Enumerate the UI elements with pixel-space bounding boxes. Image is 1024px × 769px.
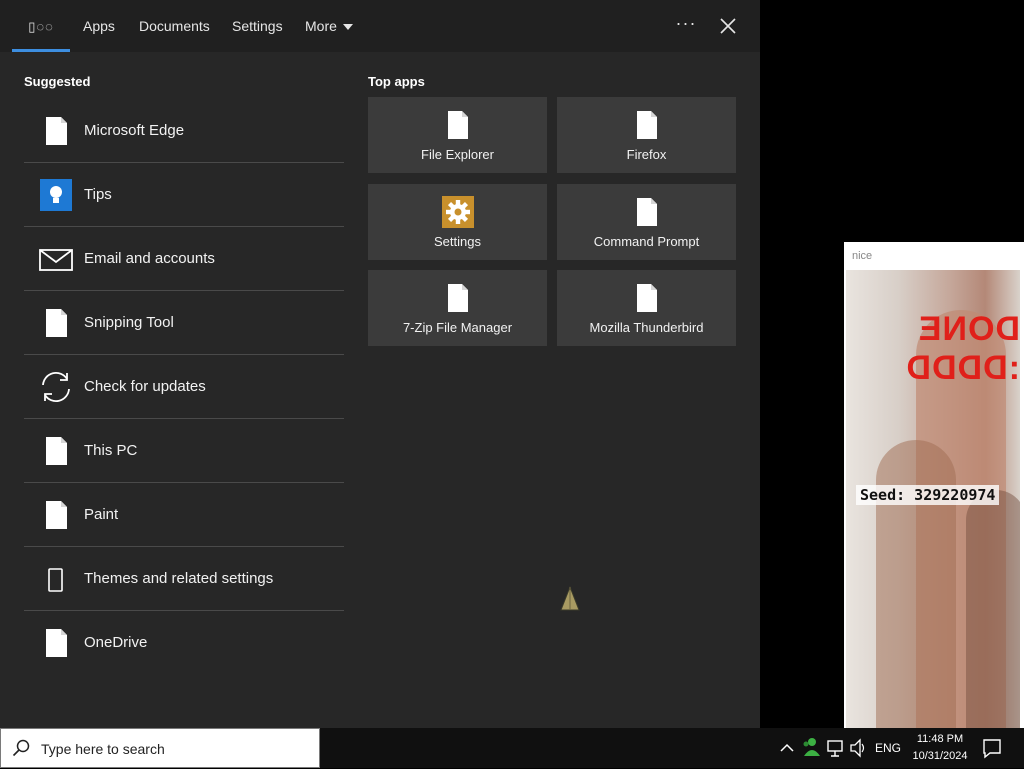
tab-more-label: More <box>305 18 337 34</box>
suggested-item-check-for-updates[interactable]: Check for updates <box>24 355 344 419</box>
tab-documents[interactable]: Documents <box>139 0 210 52</box>
suggested-item-tips[interactable]: Tips <box>24 163 344 227</box>
suggested-item-label: Snipping Tool <box>84 314 174 331</box>
close-icon[interactable] <box>714 12 742 40</box>
image-figure <box>966 490 1020 728</box>
document-icon <box>46 501 67 529</box>
suggested-item-label: Tips <box>84 186 112 203</box>
taskbar: Type here to search ENG 11:48 PM 10/31/2… <box>0 728 1024 768</box>
top-app-tile-command-prompt[interactable]: Command Prompt <box>557 184 736 260</box>
tile-label: File Explorer <box>421 147 494 162</box>
document-icon <box>448 111 468 139</box>
top-app-tile-file-explorer[interactable]: File Explorer <box>368 97 547 173</box>
suggested-heading: Suggested <box>24 74 91 89</box>
search-panel: ▯◌◌ Apps Documents Settings More ··· Sug… <box>0 0 760 728</box>
people-icon[interactable] <box>801 728 821 768</box>
top-app-tile-settings[interactable]: Settings <box>368 184 547 260</box>
top-app-tile-7-zip-file-manager[interactable]: 7-Zip File Manager <box>368 270 547 346</box>
image-headline: DONE :DDDD <box>905 310 1020 387</box>
suggested-item-label: Email and accounts <box>84 250 215 267</box>
document-icon <box>46 437 67 465</box>
suggested-item-label: Paint <box>84 506 119 523</box>
search-tab-bar: ▯◌◌ Apps Documents Settings More ··· <box>0 0 760 52</box>
top-app-tile-mozilla-thunderbird[interactable]: Mozilla Thunderbird <box>557 270 736 346</box>
search-icon <box>12 739 30 757</box>
clock-time: 11:48 PM <box>916 733 964 745</box>
tile-label: Mozilla Thunderbird <box>589 320 704 335</box>
language-indicator[interactable]: ENG <box>872 728 904 768</box>
tab-apps[interactable]: Apps <box>83 0 115 52</box>
suggested-item-this-pc[interactable]: This PC <box>24 419 344 483</box>
tab-more[interactable]: More <box>305 0 353 52</box>
suggested-item-snipping-tool[interactable]: Snipping Tool <box>24 291 344 355</box>
active-tab-indicator <box>12 49 70 52</box>
tile-label: Command Prompt <box>593 234 700 249</box>
document-icon <box>637 198 657 226</box>
suggested-item-paint[interactable]: Paint <box>24 483 344 547</box>
tile-label: Settings <box>434 234 481 249</box>
clock-date: 10/31/2024 <box>912 750 968 762</box>
more-options-button[interactable]: ··· <box>672 0 700 52</box>
suggested-item-microsoft-edge[interactable]: Microsoft Edge <box>24 99 344 163</box>
tile-label: 7-Zip File Manager <box>402 320 513 335</box>
suggested-item-themes-and-related-settings[interactable]: Themes and related settings <box>24 547 344 611</box>
top-apps-heading: Top apps <box>368 74 425 89</box>
suggested-item-label: This PC <box>84 442 138 459</box>
document-icon <box>637 284 657 312</box>
suggested-list: Microsoft Edge Tips Email and accounts S… <box>24 99 344 674</box>
refresh-icon <box>42 372 70 402</box>
search-input[interactable]: Type here to search <box>41 729 165 769</box>
gear-icon <box>442 196 474 228</box>
mouse-cursor-icon <box>560 585 580 611</box>
chevron-down-icon <box>342 24 353 31</box>
suggested-item-email-and-accounts[interactable]: Email and accounts <box>24 227 344 291</box>
document-icon <box>448 284 468 312</box>
tile-label: Firefox <box>626 147 667 162</box>
network-icon[interactable] <box>825 728 845 768</box>
mail-icon <box>39 249 73 271</box>
suggested-item-label: Microsoft Edge <box>84 122 185 139</box>
tab-settings[interactable]: Settings <box>232 0 283 52</box>
document-icon <box>46 309 67 337</box>
suggested-item-label: OneDrive <box>84 634 148 651</box>
taskbar-search-box[interactable]: Type here to search <box>0 728 320 768</box>
top-app-tile-firefox[interactable]: Firefox <box>557 97 736 173</box>
tab-all[interactable]: ▯◌◌ <box>12 0 70 52</box>
document-icon <box>46 629 67 657</box>
notification-icon[interactable] <box>976 728 1008 768</box>
window-title: nice <box>852 250 873 262</box>
document-icon <box>46 117 67 145</box>
window-image: DONE :DDDD Seed: 329220974 <box>846 270 1020 728</box>
lightbulb-icon <box>40 179 72 211</box>
suggested-item-label: Check for updates <box>84 378 206 395</box>
suggested-item-label: Themes and related settings <box>84 570 274 587</box>
document-icon <box>637 111 657 139</box>
chevron-up-icon[interactable] <box>777 728 797 768</box>
image-seed-label: Seed: 329220974 <box>856 485 1000 505</box>
clock[interactable]: 11:48 PM 10/31/2024 <box>906 728 974 768</box>
tab-all-label: ▯◌◌ <box>28 19 54 34</box>
image-figure <box>876 440 956 728</box>
volume-icon[interactable] <box>848 728 868 768</box>
phone-icon <box>48 568 63 592</box>
nice-window[interactable]: nice DONE :DDDD Seed: 329220974 <box>844 242 1024 728</box>
suggested-item-onedrive[interactable]: OneDrive <box>24 611 344 674</box>
